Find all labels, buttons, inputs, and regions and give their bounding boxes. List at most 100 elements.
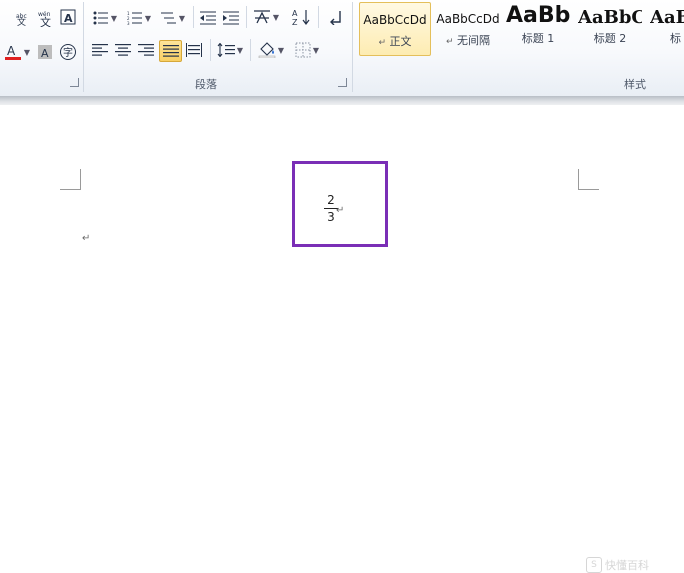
svg-text:文: 文: [40, 15, 51, 27]
style-normal[interactable]: AaBbCcDd ↵ 正文: [359, 2, 431, 56]
align-center-icon: [115, 44, 131, 56]
align-center-button[interactable]: [113, 40, 133, 60]
crop-mark-top-right: [578, 169, 599, 190]
document-page[interactable]: ↵ 2 3 ↵ S 快懂百科: [0, 105, 684, 573]
align-right-button[interactable]: [136, 40, 156, 60]
borders-icon: [295, 42, 311, 58]
shading-button[interactable]: ▼: [256, 40, 286, 60]
bullets-button[interactable]: ▼: [90, 8, 120, 28]
phonetic-guide-icon: abc 文: [16, 13, 27, 26]
style-no-spacing[interactable]: AaBbCcDd ↵ 无间隔: [432, 2, 504, 54]
character-convert-button[interactable]: wén 文: [35, 8, 57, 28]
line-spacing-icon: [217, 43, 235, 57]
style-sample: AaBb: [506, 3, 570, 28]
show-hide-marks-button[interactable]: [326, 7, 346, 27]
chevron-down-icon: ▼: [236, 45, 244, 55]
paragraph-mark: ↵: [82, 233, 91, 244]
align-left-icon: [92, 44, 108, 56]
svg-text:3: 3: [127, 21, 130, 25]
paint-bucket-icon: [258, 42, 276, 58]
chevron-down-icon: ▼: [110, 13, 118, 23]
chevron-down-icon: ▼: [178, 13, 186, 23]
group-separator: [193, 6, 194, 28]
paragraph-dialog-launcher-icon[interactable]: [338, 78, 347, 87]
numbering-icon: 1 2 3: [127, 11, 142, 25]
line-spacing-button[interactable]: ▼: [216, 40, 244, 60]
font-color-button[interactable]: A ▼: [2, 42, 32, 62]
svg-text:字: 字: [63, 46, 73, 59]
borders-button[interactable]: ▼: [292, 40, 322, 60]
svg-text:A: A: [292, 9, 298, 18]
style-sample: AaBbCcDd: [363, 13, 427, 27]
watermark-text: 快懂百科: [605, 559, 649, 572]
numbering-button[interactable]: 1 2 3 ▼: [124, 8, 154, 28]
character-border-button[interactable]: A: [59, 7, 77, 27]
style-heading-2[interactable]: AaBbC 标题 2: [578, 2, 642, 54]
style-title[interactable]: AaB 标: [650, 2, 684, 54]
style-name: 标: [670, 32, 681, 45]
group-separator: [318, 6, 319, 28]
enclose-character-button[interactable]: 字: [58, 42, 78, 62]
font-dialog-launcher-icon[interactable]: [70, 78, 79, 87]
highlight-box: [292, 161, 388, 247]
group-separator: [210, 39, 211, 61]
group-separator: [250, 39, 251, 61]
align-right-icon: [138, 44, 154, 56]
chevron-down-icon: ▼: [272, 12, 280, 22]
decrease-indent-button[interactable]: [198, 8, 218, 28]
style-sample: AaB: [650, 7, 684, 28]
crop-mark-top-left: [60, 169, 81, 190]
chevron-down-icon: ▼: [23, 47, 31, 57]
watermark: S 快懂百科: [586, 557, 649, 573]
multilevel-list-button[interactable]: ▼: [158, 8, 188, 28]
style-name: 标题 2: [593, 32, 627, 45]
group-separator: [83, 2, 84, 92]
style-name: ↵ 正文: [378, 35, 412, 48]
svg-text:A: A: [7, 44, 16, 58]
ribbon: abc 文 wén 文 A A ▼ A 字 ▼ 1 2 3 ▼ ▼ ▼ A Z …: [0, 0, 684, 97]
multilevel-list-icon: [160, 12, 176, 24]
svg-text:文: 文: [17, 16, 26, 26]
group-separator: [246, 6, 247, 28]
ribbon-shadow: [0, 96, 684, 105]
paragraph-group-label: 段落: [195, 78, 217, 91]
paragraph-mark-icon: ↵: [445, 37, 454, 47]
enclose-char-icon: 字: [60, 44, 76, 60]
style-name: ↵ 无间隔: [445, 34, 491, 47]
styles-group-label: 样式: [624, 78, 646, 91]
justify-icon: [162, 45, 179, 57]
style-sample: AaBbC: [578, 7, 642, 28]
font-color-a-icon: A: [4, 44, 21, 60]
distributed-button[interactable]: [184, 40, 204, 60]
chevron-down-icon: ▼: [277, 45, 285, 55]
svg-text:A: A: [64, 12, 73, 25]
paragraph-mark-icon: ↵: [378, 38, 387, 48]
chevron-down-icon: ▼: [312, 45, 320, 55]
sort-button[interactable]: A Z: [291, 7, 313, 27]
style-name: 标题 1: [521, 32, 555, 45]
svg-text:A: A: [41, 47, 49, 60]
style-sample: AaBbCcDd: [436, 12, 500, 26]
character-shading-button[interactable]: A: [35, 42, 55, 62]
svg-text:Z: Z: [292, 18, 298, 26]
char-border-a-icon: A: [60, 9, 76, 25]
watermark-logo-icon: S: [586, 557, 602, 573]
justify-button[interactable]: [159, 40, 182, 62]
sort-az-icon: A Z: [292, 9, 310, 26]
paragraph-mark: ↵: [336, 205, 345, 216]
increase-indent-icon: [223, 11, 239, 25]
chinese-layout-button[interactable]: ▼: [251, 7, 281, 27]
phonetic-guide-button[interactable]: abc 文: [12, 8, 32, 28]
group-separator: [352, 2, 353, 92]
wen-convert-icon: wén 文: [38, 11, 51, 27]
chevron-down-icon: ▼: [144, 13, 152, 23]
paragraph-mark-icon: [330, 11, 341, 25]
distributed-icon: [186, 43, 202, 57]
decrease-indent-icon: [200, 11, 216, 25]
increase-indent-button[interactable]: [221, 8, 241, 28]
align-left-button[interactable]: [90, 40, 110, 60]
bullets-icon: [93, 11, 108, 25]
style-heading-1[interactable]: AaBb 标题 1: [506, 2, 570, 54]
char-shading-icon: A: [38, 45, 52, 60]
chinese-layout-icon: [253, 10, 270, 24]
